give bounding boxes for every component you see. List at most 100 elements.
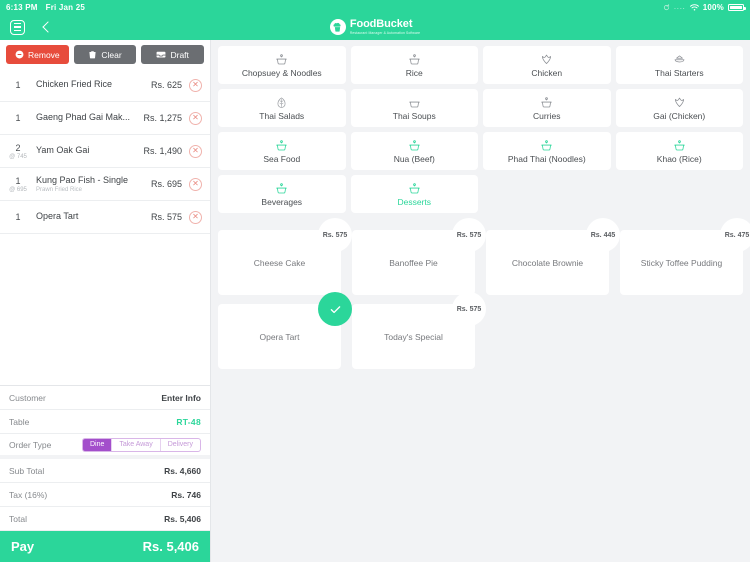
- product-card-selected[interactable]: Opera Tart: [218, 292, 352, 369]
- item-qty-value: 1: [15, 113, 21, 123]
- table-row-field[interactable]: Table RT-48: [0, 410, 210, 434]
- category-sea-food[interactable]: Sea Food: [218, 132, 346, 170]
- status-right-group: .... 100%: [663, 2, 746, 12]
- remove-item-x-icon[interactable]: ✕: [189, 111, 202, 125]
- total-label: Total: [9, 513, 27, 524]
- product-price-badge: Rs. 575: [452, 292, 486, 326]
- remove-item-x-icon[interactable]: ✕: [189, 210, 202, 224]
- pay-button[interactable]: Pay Rs. 5,406: [0, 531, 210, 562]
- category-label: Thai Soups: [392, 110, 436, 121]
- brand-logo-group: FoodBucket Restaurant Manager & Automati…: [0, 14, 750, 40]
- table-row[interactable]: 1 @ 695 Kung Pao Fish - Single Prawn Fri…: [0, 168, 210, 201]
- order-type-take-away[interactable]: Take Away: [111, 438, 159, 451]
- table-row[interactable]: 1 Chicken Fried Rice Rs. 625 ✕: [0, 69, 210, 102]
- category-rice[interactable]: Rice: [350, 46, 478, 84]
- wifi-icon: [689, 3, 699, 11]
- item-info: Chicken Fried Rice: [36, 79, 151, 90]
- remove-item-x-icon[interactable]: ✕: [189, 177, 202, 191]
- brand-text: FoodBucket Restaurant Manager & Automati…: [350, 19, 420, 35]
- inbox-icon: [156, 50, 166, 59]
- back-chevron-icon[interactable]: [41, 22, 51, 32]
- product-name: Banoffee Pie: [389, 257, 438, 268]
- category-label: Sea Food: [263, 153, 301, 164]
- product-price-badge: Rs. 575: [452, 218, 486, 252]
- battery-percent: 100%: [702, 2, 724, 12]
- chef-hat-bucket-logo: [329, 19, 346, 35]
- category-chopsuey-noodles[interactable]: Chopsuey & Noodles: [218, 46, 346, 84]
- remove-button[interactable]: Remove: [6, 45, 69, 64]
- category-thai-salads[interactable]: Thai Salads: [218, 89, 346, 127]
- item-qty-value: 1: [15, 80, 21, 90]
- category-nua-beef[interactable]: Nua (Beef): [350, 132, 478, 170]
- status-bar: 6:13 PM Fri Jan 25 .... 100%: [0, 0, 750, 14]
- top-navigation-bar: FoodBucket Restaurant Manager & Automati…: [0, 14, 750, 40]
- order-action-bar: Remove Clear Draft: [0, 40, 210, 69]
- table-row[interactable]: 1 Gaeng Phad Gai Mak... Rs. 1,275 ✕: [0, 102, 210, 135]
- order-type-dine[interactable]: Dine: [82, 438, 112, 451]
- category-curries[interactable]: Curries: [483, 89, 611, 127]
- pos-app: 6:13 PM Fri Jan 25 .... 100% FoodBucket …: [0, 0, 750, 562]
- minus-circle-icon: [15, 50, 24, 59]
- order-type-delivery[interactable]: Delivery: [159, 438, 200, 451]
- total-row: Total Rs. 5,406: [0, 507, 210, 531]
- clear-button[interactable]: Clear: [73, 45, 137, 64]
- table-row[interactable]: 1 Opera Tart Rs. 575 ✕: [0, 201, 210, 234]
- product-card[interactable]: Chocolate Brownie Rs. 445: [486, 218, 620, 295]
- pay-amount: Rs. 5,406: [142, 539, 199, 554]
- category-label: Desserts: [397, 196, 432, 207]
- pot-icon: [540, 96, 553, 109]
- item-info: Yam Oak Gai: [36, 145, 143, 156]
- brand-name: FoodBucket: [349, 18, 413, 31]
- item-info: Opera Tart: [36, 211, 151, 222]
- item-info: Gaeng Phad Gai Mak...: [36, 112, 143, 123]
- product-price-badge: Rs. 575: [318, 218, 352, 252]
- category-khao-rice[interactable]: Khao (Rice): [615, 132, 743, 170]
- product-card[interactable]: Cheese Cake Rs. 575: [218, 218, 352, 295]
- item-price: Rs. 695: [150, 179, 182, 189]
- category-label: Chicken: [531, 67, 563, 78]
- item-price: Rs. 625: [150, 80, 182, 90]
- item-qty-value: 2: [15, 142, 21, 153]
- customer-label: Customer: [9, 392, 46, 403]
- tax-row: Tax (16%) Rs. 746: [0, 483, 210, 507]
- category-label: Rice: [405, 67, 423, 78]
- item-qty-value: 1: [15, 175, 21, 186]
- customer-value[interactable]: Enter Info: [161, 393, 201, 403]
- customer-row[interactable]: Customer Enter Info: [0, 386, 210, 410]
- tax-label: Tax (16%): [9, 489, 48, 500]
- category-beverages[interactable]: Beverages: [218, 175, 346, 213]
- order-type-row: Order Type Dine Take Away Delivery: [0, 434, 210, 459]
- table-row[interactable]: 2 @ 745 Yam Oak Gai Rs. 1,490 ✕: [0, 135, 210, 168]
- product-name: Sticky Toffee Pudding: [640, 257, 723, 268]
- table-value[interactable]: RT-48: [176, 417, 201, 427]
- order-summary: Customer Enter Info Table RT-48 Order Ty…: [0, 385, 210, 562]
- remove-item-x-icon[interactable]: ✕: [189, 144, 202, 158]
- category-label: Chopsuey & Noodles: [241, 67, 322, 78]
- product-card[interactable]: Banoffee Pie Rs. 575: [352, 218, 486, 295]
- item-name: Opera Tart: [36, 211, 79, 222]
- category-phad-thai-noodles[interactable]: Phad Thai (Noodles): [483, 132, 611, 170]
- category-thai-starters[interactable]: Thai Starters: [615, 46, 743, 84]
- category-chicken[interactable]: Chicken: [483, 46, 611, 84]
- order-type-segmented-control[interactable]: Dine Take Away Delivery: [81, 437, 201, 452]
- draft-button[interactable]: Draft: [141, 45, 205, 64]
- order-items-list[interactable]: 1 Chicken Fried Rice Rs. 625 ✕ 1 Gaeng P…: [0, 69, 210, 385]
- subtotal-row: Sub Total Rs. 4,660: [0, 459, 210, 483]
- plate-stack-icon: [673, 53, 686, 66]
- category-label: Thai Salads: [259, 110, 305, 121]
- hamburger-menu-icon[interactable]: [10, 19, 25, 35]
- item-quantity: 1: [0, 212, 36, 222]
- category-gai-chicken[interactable]: Gai (Chicken): [615, 89, 743, 127]
- product-grid: Cheese Cake Rs. 575 Banoffee Pie Rs. 575…: [218, 218, 750, 369]
- check-icon: [318, 292, 352, 326]
- pot-icon: [275, 53, 288, 66]
- product-card[interactable]: Sticky Toffee Pudding Rs. 475: [620, 218, 750, 295]
- product-card[interactable]: Today's Special Rs. 575: [352, 292, 486, 369]
- item-quantity: 1: [0, 80, 36, 90]
- category-thai-soups[interactable]: Thai Soups: [350, 89, 478, 127]
- order-panel: Remove Clear Draft 1 Chicken Fried Rice …: [0, 40, 211, 562]
- category-desserts[interactable]: Desserts: [350, 175, 478, 213]
- battery-icon: [728, 3, 746, 11]
- category-label: Beverages: [261, 196, 303, 207]
- remove-item-x-icon[interactable]: ✕: [189, 78, 202, 92]
